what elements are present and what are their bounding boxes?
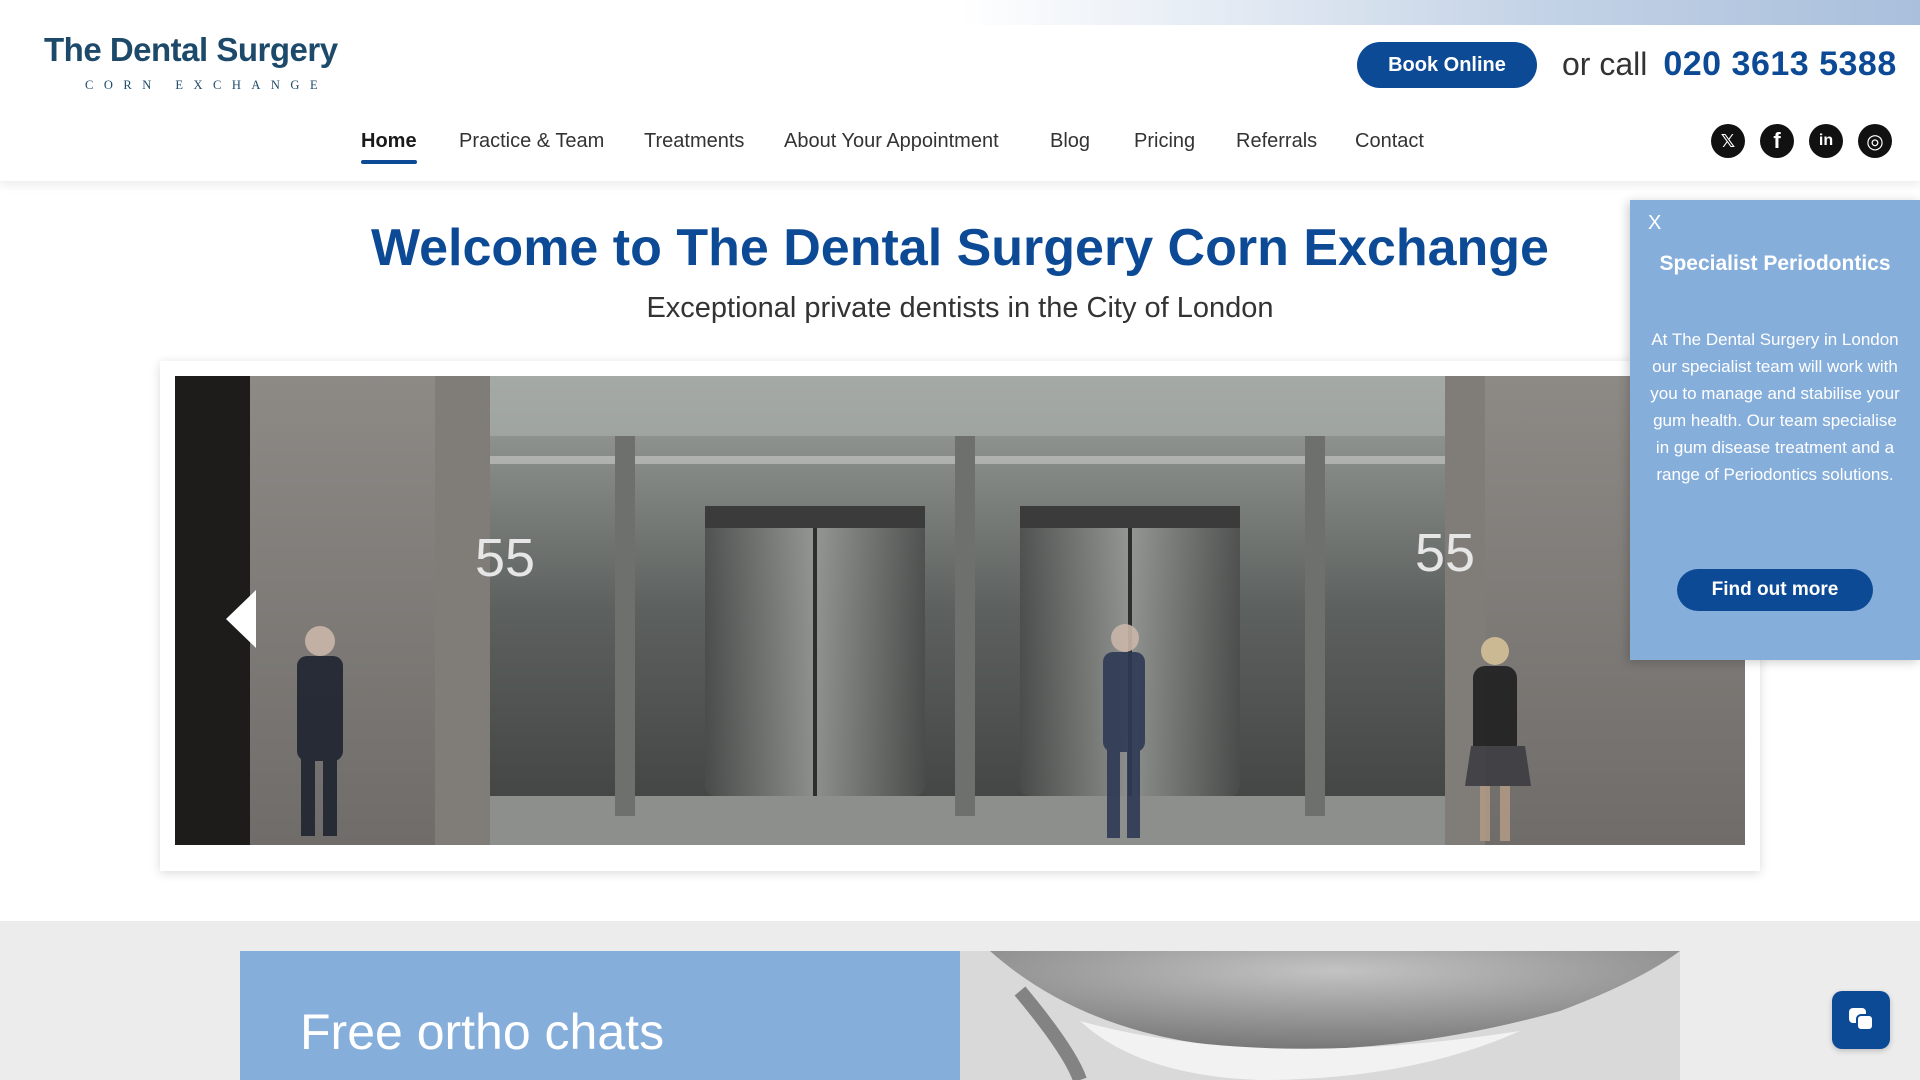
building-sign-left: 55 xyxy=(475,528,535,588)
chat-icon xyxy=(1849,1008,1874,1031)
nav-item-label: Home xyxy=(361,130,417,152)
instagram-icon[interactable]: ◎ xyxy=(1858,124,1892,158)
find-out-more-button[interactable]: Find out more xyxy=(1677,569,1873,611)
facebook-icon[interactable]: f xyxy=(1760,124,1794,158)
linkedin-icon[interactable]: in xyxy=(1809,124,1843,158)
nav-item-blog[interactable]: Blog xyxy=(1050,130,1090,153)
call-block: or call 020 3613 5388 xyxy=(1562,40,1897,88)
nav-item-practice-team[interactable]: Practice & Team xyxy=(459,130,604,153)
phone-number-link[interactable]: 020 3613 5388 xyxy=(1663,45,1896,84)
call-label: or call xyxy=(1562,45,1648,82)
promo-card[interactable]: Free ortho chats xyxy=(240,951,960,1080)
hero-slider: 55 55 xyxy=(160,361,1760,871)
logo-subtitle: CORN EXCHANGE xyxy=(85,78,329,92)
logo-title: The Dental Surgery xyxy=(44,31,338,68)
site-logo[interactable]: The Dental Surgery CORN EXCHANGE xyxy=(44,30,354,93)
chat-widget-button[interactable] xyxy=(1832,991,1890,1049)
main-nav: Home Practice & Team Treatments About Yo… xyxy=(0,124,1920,164)
building-sign-right: 55 xyxy=(1415,523,1475,583)
active-underline xyxy=(361,160,417,164)
nav-item-home[interactable]: Home xyxy=(361,130,417,164)
top-gradient-bar xyxy=(960,0,1920,25)
nav-item-treatments[interactable]: Treatments xyxy=(644,130,744,153)
smile-image xyxy=(960,951,1680,1080)
nav-item-pricing[interactable]: Pricing xyxy=(1134,130,1195,153)
nav-item-about-appointment[interactable]: About Your Appointment xyxy=(784,130,999,153)
popup-close-button[interactable]: X xyxy=(1648,212,1661,235)
x-icon[interactable]: 𝕏 xyxy=(1711,124,1745,158)
popup-body: At The Dental Surgery in London our spec… xyxy=(1650,330,1900,484)
site-header: The Dental Surgery CORN EXCHANGE Book On… xyxy=(0,0,1920,181)
slider-prev-arrow[interactable] xyxy=(220,588,260,650)
nav-item-referrals[interactable]: Referrals xyxy=(1236,130,1317,153)
promo-title: Free ortho chats xyxy=(300,1004,665,1060)
popup-title: Specialist Periodontics xyxy=(1659,252,1891,275)
specialist-popup: X Specialist Periodontics At The Dental … xyxy=(1630,200,1920,660)
nav-item-contact[interactable]: Contact xyxy=(1355,130,1424,153)
book-online-button[interactable]: Book Online xyxy=(1357,42,1537,88)
building-entrance-image: 55 55 xyxy=(175,376,1745,845)
